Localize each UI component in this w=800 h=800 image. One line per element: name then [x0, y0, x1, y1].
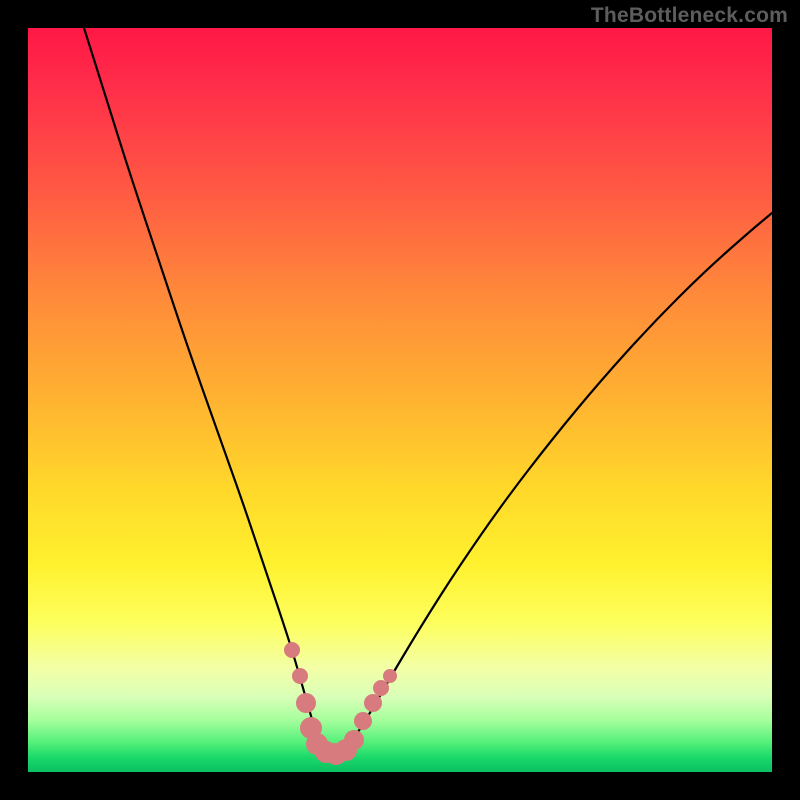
curve-left-arm [84, 28, 317, 736]
marker-dot [296, 693, 316, 713]
marker-dot [284, 642, 300, 658]
curve-lines-group [84, 28, 772, 736]
marker-dot [364, 694, 382, 712]
marker-dot [373, 680, 389, 696]
marker-dot [354, 712, 372, 730]
marker-dot [383, 669, 397, 683]
watermark-text: TheBottleneck.com [591, 4, 788, 28]
marker-dot [292, 668, 308, 684]
marker-dot [344, 730, 364, 750]
curve-right-arm [358, 213, 772, 732]
chart-plot-area [28, 28, 772, 772]
marker-dots-group [284, 642, 397, 765]
chart-svg [28, 28, 772, 772]
chart-frame: TheBottleneck.com [0, 0, 800, 800]
